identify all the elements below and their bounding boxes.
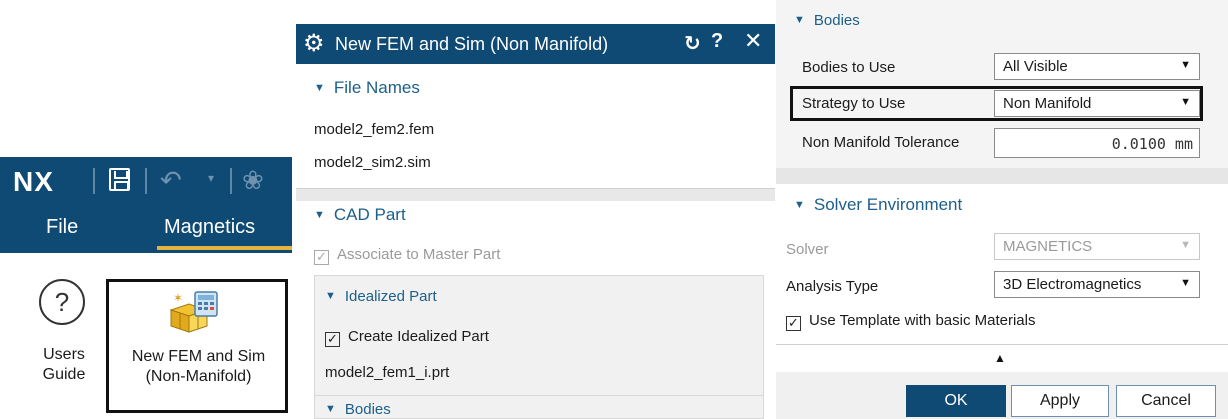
cad-part-group: ▼ CAD Part ✓ Associate to Master Part ▼ Ide…: [296, 201, 775, 419]
tab-magnetics[interactable]: Magnetics: [164, 216, 255, 239]
cad-part-header[interactable]: ▼ CAD Part: [314, 205, 406, 225]
tolerance-input[interactable]: 0.0100 mm: [994, 128, 1200, 158]
solver-label: Solver: [786, 241, 829, 258]
strategy-to-use-value: Non Manifold: [1003, 95, 1092, 112]
strategy-to-use-label: Strategy to Use: [802, 95, 906, 112]
toolbar-separator: [145, 168, 147, 194]
bodies-to-use-value: All Visible: [1003, 58, 1068, 75]
collapse-caret-icon: ▼: [325, 403, 336, 415]
chevron-down-icon: ▼: [1180, 59, 1191, 71]
bodies-section: ▼ Bodies Bodies to Use All Visible ▼ Stra…: [776, 0, 1228, 168]
idealized-part-subgroup: ▼ Idealized Part ✓ Create Idealized Part m…: [314, 275, 764, 419]
toolbar-separator: [93, 168, 95, 194]
bodies-to-use-label: Bodies to Use: [802, 59, 896, 76]
collapse-caret-icon: ▼: [314, 209, 325, 221]
analysis-type-label: Analysis Type: [786, 278, 879, 295]
nx-title-bar: NX ↶ ▾ ❀: [0, 157, 292, 204]
analysis-type-value: 3D Electromagnetics: [1003, 276, 1142, 293]
fem-sim-icon: ✶: [169, 291, 218, 333]
subgroup-divider: [315, 395, 763, 396]
associate-master-part-label: Associate to Master Part: [337, 246, 501, 263]
idealized-part-header[interactable]: ▼ Idealized Part: [325, 288, 437, 305]
create-idealized-part-checkbox[interactable]: ✓ Create Idealized Part: [325, 328, 489, 347]
file-names-title: File Names: [333, 78, 420, 97]
new-fem-and-sim-label: New FEM and Sim (Non-Manifold): [131, 348, 266, 385]
create-idealized-part-label: Create Idealized Part: [348, 328, 489, 345]
checkbox-box: ✓: [325, 332, 340, 347]
solver-environment-header[interactable]: ▼ Solver Environment: [794, 195, 962, 215]
dialog-title-bar: ⚙ New FEM and Sim (Non Manifold) ↻ ? ✕: [296, 24, 775, 64]
bodies-title: Bodies: [813, 12, 860, 29]
expand-up-icon[interactable]: ▲: [994, 351, 1006, 365]
nx-ribbon: NX ↶ ▾ ❀ File Magnetics ? Users Guide ✶ …: [0, 157, 292, 419]
solver-environment-section: ▼ Solver Environment Solver MAGNETICS ▼ A…: [776, 184, 1228, 344]
tab-file[interactable]: File: [46, 216, 78, 239]
undo-dropdown-icon[interactable]: ▾: [208, 171, 214, 185]
section-divider: [776, 344, 1228, 345]
ok-button[interactable]: OK: [906, 385, 1006, 417]
file-names-header[interactable]: ▼ File Names: [314, 78, 420, 98]
associate-master-part-checkbox: ✓ Associate to Master Part: [314, 246, 500, 265]
gear-icon: ⚙: [303, 30, 325, 57]
chevron-down-icon: ▼: [1180, 239, 1191, 251]
sim-file-name[interactable]: model2_sim2.sim: [314, 154, 431, 171]
active-tab-indicator: [157, 246, 292, 250]
idealized-part-title: Idealized Part: [344, 288, 437, 305]
cancel-button[interactable]: Cancel: [1116, 385, 1216, 417]
checkbox-box: ✓: [314, 250, 329, 265]
checkbox-box: ✓: [786, 316, 801, 331]
dialog-options-panel: ▼ Bodies Bodies to Use All Visible ▼ Stra…: [776, 0, 1228, 419]
chevron-down-icon: ▼: [1180, 277, 1191, 289]
collapse-caret-icon: ▼: [314, 82, 325, 94]
save-icon[interactable]: [109, 168, 130, 191]
collapse-caret-icon: ▼: [325, 290, 336, 302]
bodies-subheader-title: Bodies: [344, 401, 391, 418]
new-fem-and-sim-button[interactable]: ✶ New FEM and Sim (Non-Manifold): [106, 279, 288, 413]
solver-value: MAGNETICS: [1003, 238, 1093, 255]
analysis-type-select[interactable]: 3D Electromagnetics ▼: [994, 271, 1200, 298]
fan-icon[interactable]: ❀: [242, 165, 264, 196]
solver-environment-title: Solver Environment: [813, 195, 963, 214]
nx-logo: NX: [13, 166, 54, 197]
undo-icon[interactable]: ↶: [160, 165, 182, 196]
cad-part-title: CAD Part: [333, 205, 406, 224]
use-template-label: Use Template with basic Materials: [809, 312, 1036, 329]
bodies-header[interactable]: ▼ Bodies: [794, 12, 860, 29]
collapse-caret-icon: ▼: [794, 14, 805, 26]
fem-file-name[interactable]: model2_fem2.fem: [314, 121, 434, 138]
dialog-title: New FEM and Sim (Non Manifold): [335, 34, 609, 54]
svg-text:✶: ✶: [173, 291, 183, 305]
reset-icon[interactable]: ↻: [684, 31, 701, 56]
users-guide-label[interactable]: Users Guide: [29, 345, 99, 385]
collapse-caret-icon: ▼: [794, 199, 805, 211]
help-icon[interactable]: ?: [711, 30, 723, 53]
tolerance-label: Non Manifold Tolerance: [802, 134, 960, 151]
apply-button[interactable]: Apply: [1011, 385, 1109, 417]
toolbar-separator: [230, 168, 232, 194]
file-names-group: ▼ File Names model2_fem2.fem model2_sim2.…: [296, 64, 775, 189]
section-divider: [776, 168, 1228, 184]
nx-tab-bar: File Magnetics: [0, 204, 292, 253]
solver-select: MAGNETICS ▼: [994, 233, 1200, 260]
chevron-down-icon: ▼: [1180, 96, 1191, 108]
group-divider: [296, 189, 775, 201]
question-circle-icon[interactable]: ?: [39, 279, 85, 325]
close-icon[interactable]: ✕: [744, 28, 762, 54]
strategy-to-use-select[interactable]: Non Manifold ▼: [994, 90, 1200, 117]
bodies-to-use-select[interactable]: All Visible ▼: [994, 53, 1200, 80]
use-template-checkbox[interactable]: ✓ Use Template with basic Materials: [786, 312, 1035, 331]
idealized-file-name[interactable]: model2_fem1_i.prt: [325, 364, 449, 381]
new-fem-and-sim-dialog: ⚙ New FEM and Sim (Non Manifold) ↻ ? ✕ ▼…: [296, 24, 775, 419]
bodies-subheader[interactable]: ▼ Bodies: [325, 401, 391, 418]
